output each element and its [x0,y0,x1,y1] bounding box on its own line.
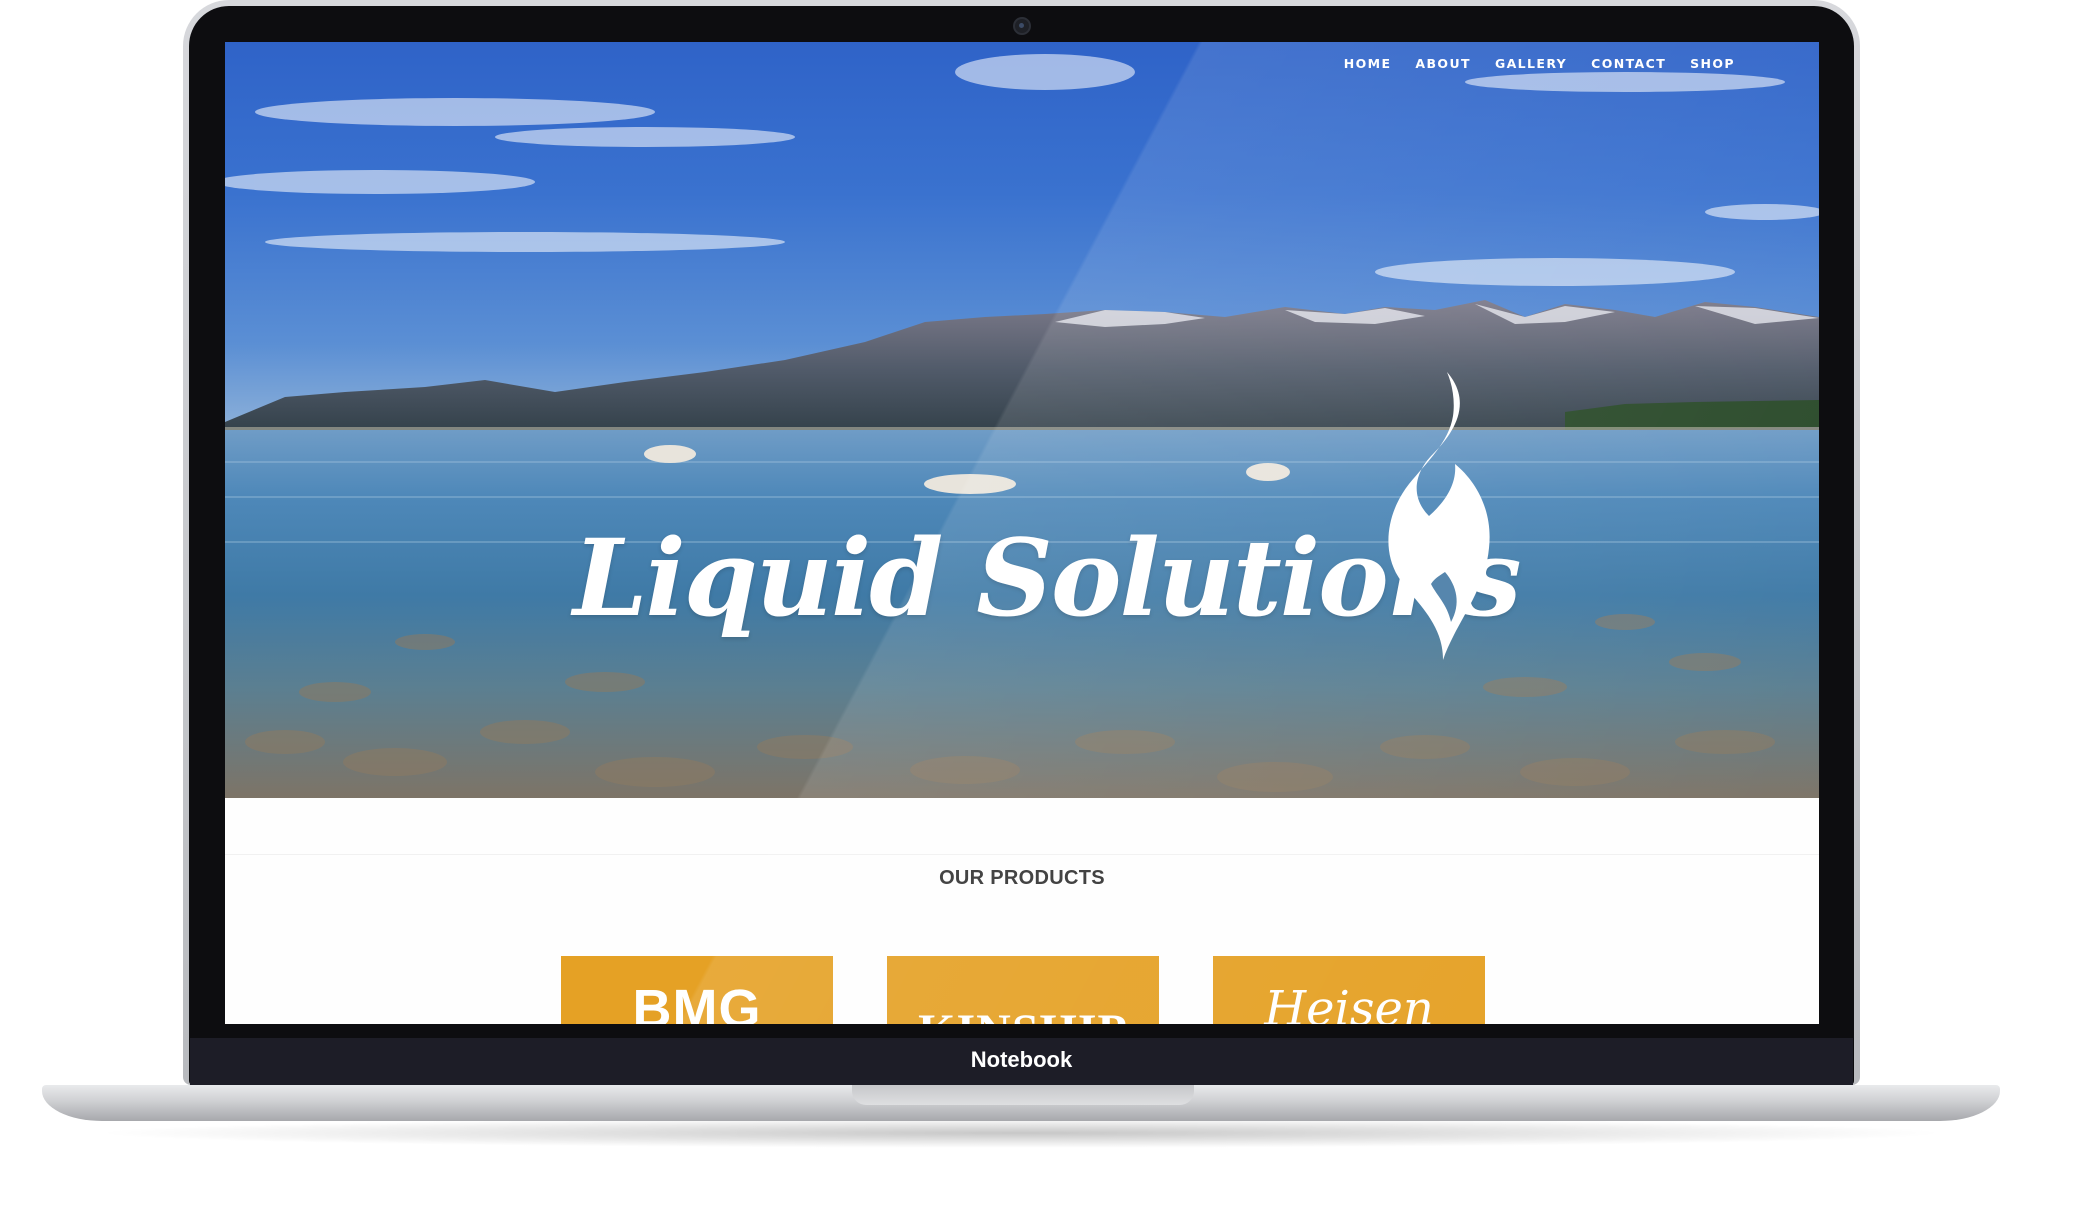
nav-gallery[interactable]: GALLERY [1495,56,1567,71]
section-divider [225,854,1819,855]
product-logo-bmg: BMG [632,979,762,1024]
laptop-shadow [90,1118,1952,1148]
laptop-opening-notch [852,1085,1194,1105]
product-logo-heisen-blue: Heisen Blue [1264,981,1434,1024]
products-heading: OUR PRODUCTS [939,867,1105,889]
nav-shop[interactable]: SHOP [1690,56,1735,71]
product-logo-kinship: KINSHIP [887,1004,1159,1024]
nav-about[interactable]: ABOUT [1415,56,1471,71]
website-screen: HOME ABOUT GALLERY CONTACT SHOP Liquid S… [225,42,1819,1024]
product-tile-kinship[interactable]: KINSHIP [887,956,1159,1024]
laptop-chin: Notebook [190,1038,1853,1085]
camera-icon [1013,17,1031,35]
laptop-mockup: HOME ABOUT GALLERY CONTACT SHOP Liquid S… [0,0,2081,1206]
device-label: Notebook [970,1047,1073,1072]
lake-landscape-image [225,54,1819,798]
brand-logo-text: Liquid Solutions [573,515,1522,640]
product-tile-heisen-blue[interactable]: Heisen Blue [1213,956,1485,1024]
product-tile-bmg[interactable]: BMG [561,956,833,1024]
hero-banner: HOME ABOUT GALLERY CONTACT SHOP Liquid S… [225,42,1819,798]
nav-contact[interactable]: CONTACT [1591,56,1666,71]
main-nav: HOME ABOUT GALLERY CONTACT SHOP [1344,56,1735,71]
products-section: OUR PRODUCTS BMG KINSHIP Heisen Blue [225,798,1819,1024]
nav-home[interactable]: HOME [1344,56,1392,71]
flame-drop-icon [1388,372,1490,660]
